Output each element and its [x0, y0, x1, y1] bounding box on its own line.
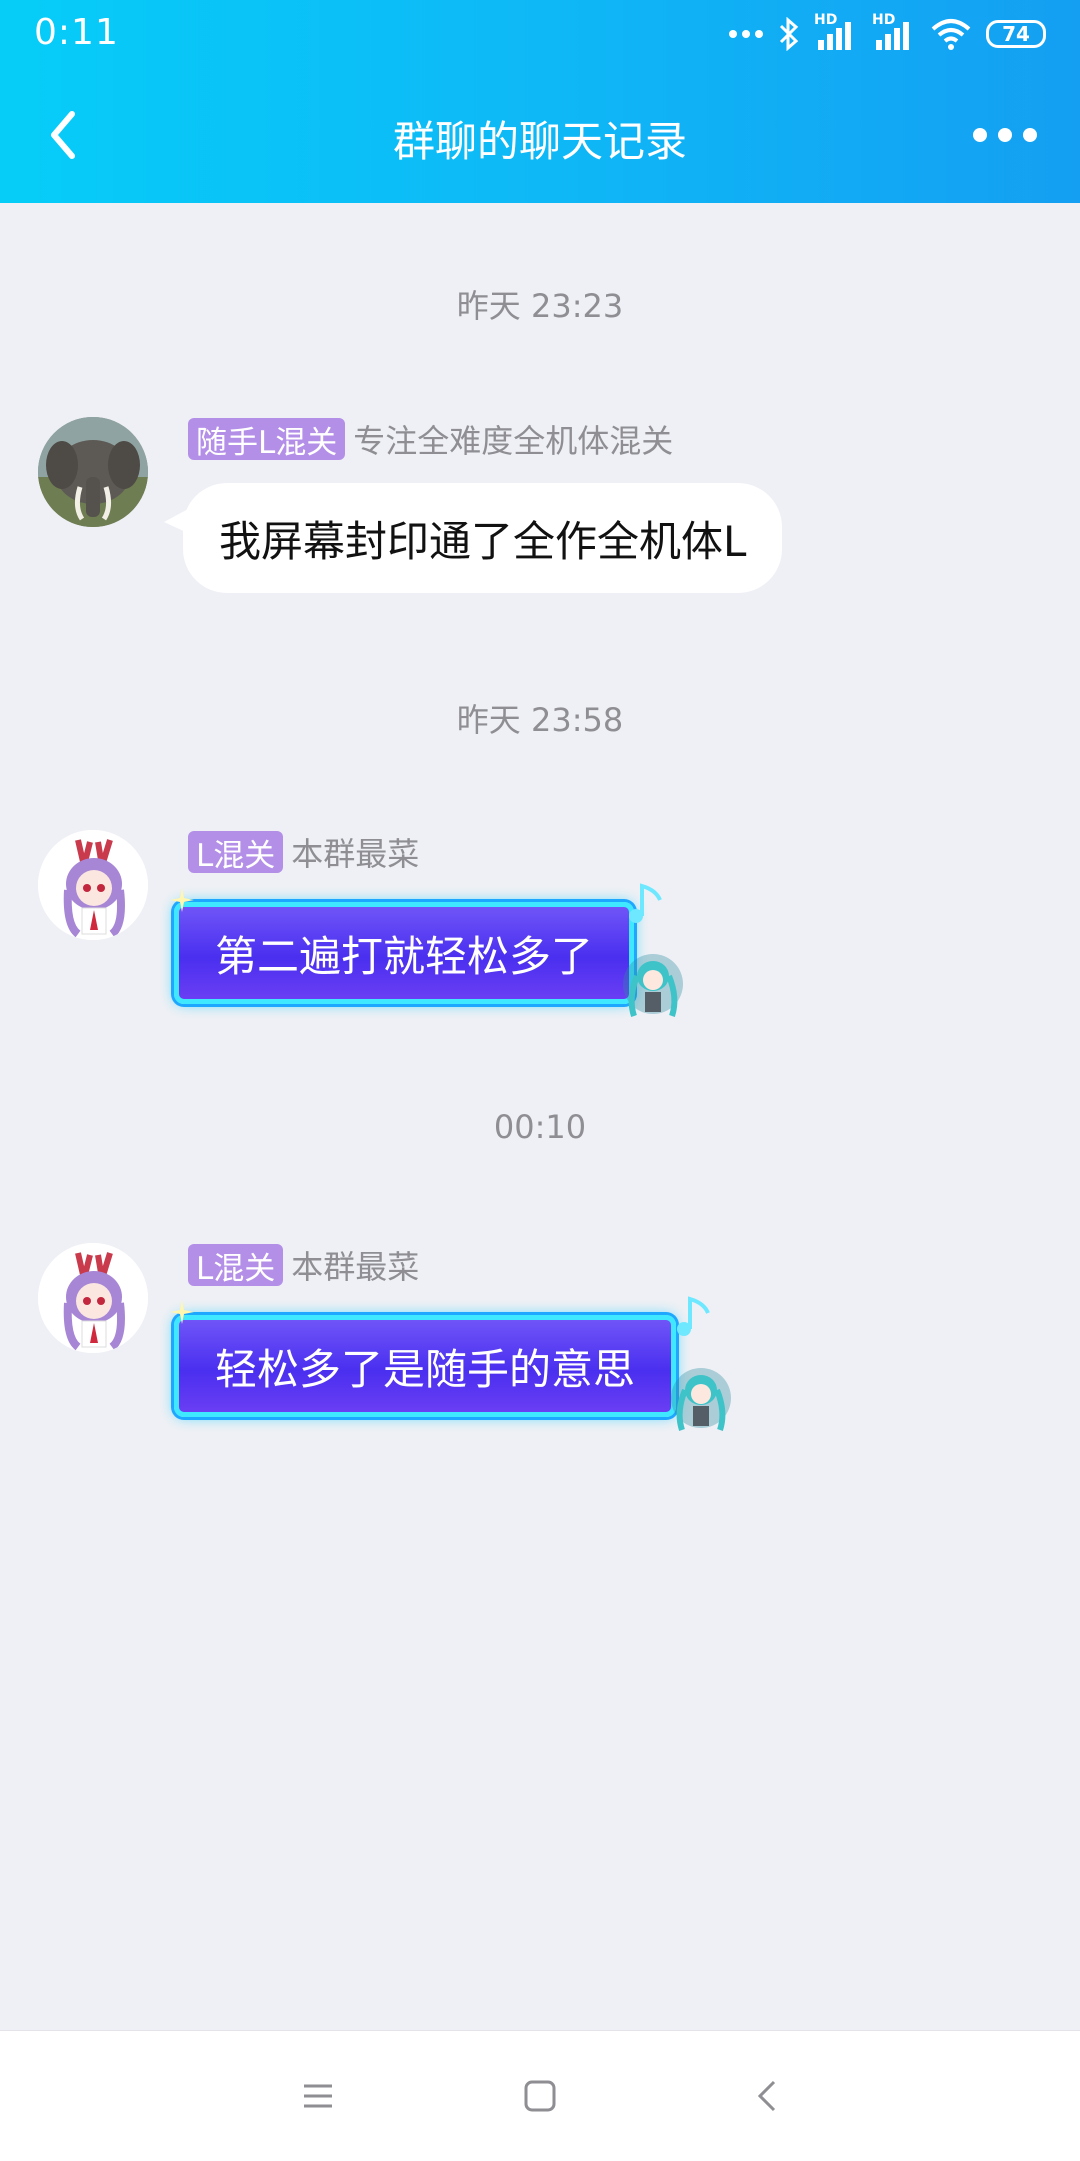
sender-row: L混关 本群最菜: [188, 830, 419, 874]
member-title-badge: L混关: [188, 1244, 284, 1287]
message-bubble[interactable]: 轻松多了是随手的意思: [174, 1315, 677, 1417]
sender-name: 本群最菜: [291, 1248, 420, 1286]
timestamp: 昨天 23:23: [456, 287, 624, 325]
menu-icon[interactable]: [298, 2076, 338, 2116]
status-time: 0:11: [34, 12, 119, 53]
avatar[interactable]: [38, 1243, 148, 1353]
back-icon[interactable]: [748, 2076, 788, 2116]
dots-icon: [729, 30, 763, 38]
system-nav-bar: [0, 2030, 1080, 2161]
home-icon[interactable]: [520, 2076, 560, 2116]
chibi-character-icon: [671, 1368, 731, 1431]
bluetooth-icon: [779, 17, 799, 51]
music-note-icon: [629, 883, 662, 923]
avatar[interactable]: [38, 830, 148, 940]
sparkle-icon: [170, 888, 194, 912]
more-icon[interactable]: [970, 120, 1040, 150]
chibi-character-icon: [623, 954, 683, 1017]
anime-girl-avatar-icon: [38, 830, 148, 940]
sender-name: 本群最菜: [291, 835, 420, 873]
status-icons: HD HD 74: [728, 12, 1046, 54]
status-bar: 0:11 HD HD 74: [0, 0, 1080, 70]
avatar[interactable]: [38, 417, 148, 527]
nav-bar: 群聊的聊天记录: [0, 70, 1080, 203]
timestamp: 昨天 23:58: [456, 701, 624, 739]
anime-girl-avatar-icon: [38, 1243, 148, 1353]
message-bubble[interactable]: 我屏幕封印通了全作全机体L: [183, 483, 783, 593]
sender-row: 随手L混关 专注全难度全机体混关: [188, 417, 673, 461]
sparkle-icon: [170, 1300, 194, 1324]
page-title: 群聊的聊天记录: [392, 117, 687, 166]
member-title-badge: L混关: [188, 831, 284, 874]
music-note-icon: [677, 1296, 710, 1336]
signal-icon-2: HD: [872, 12, 916, 52]
signal-icon: HD: [814, 12, 858, 52]
header: 0:11 HD HD 74 群聊的聊天记录: [0, 0, 1080, 203]
timestamp: 00:10: [493, 1108, 587, 1146]
sender-name: 专注全难度全机体混关: [353, 422, 674, 460]
message-bubble[interactable]: 第二遍打就轻松多了: [174, 902, 635, 1004]
sender-row: L混关 本群最菜: [188, 1243, 419, 1287]
elephant-avatar-icon: [38, 417, 148, 527]
member-title-badge: 随手L混关: [188, 418, 346, 461]
battery-icon: 74: [986, 20, 1046, 48]
wifi-icon: [931, 19, 971, 50]
